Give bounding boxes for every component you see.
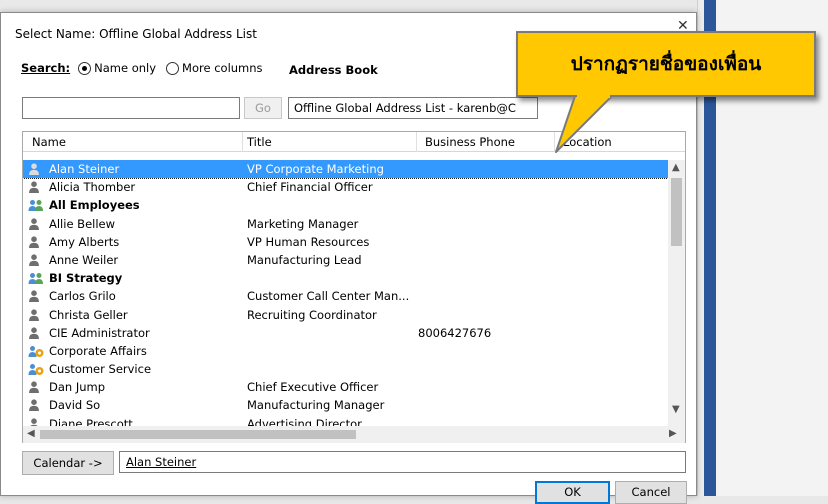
person-icon	[28, 290, 44, 303]
contact-name: CIE Administrator	[49, 325, 150, 340]
ok-button[interactable]: OK	[535, 481, 610, 504]
column-title[interactable]: Title	[247, 135, 272, 149]
contact-row[interactable]: Diane Prescott Advertising Director	[23, 415, 668, 426]
column-name[interactable]: Name	[32, 135, 66, 149]
search-label: Search:	[21, 61, 71, 75]
contact-row[interactable]: Customer Service	[23, 360, 668, 378]
contact-row[interactable]: Christa Geller Recruiting Coordinator	[23, 306, 668, 324]
contact-row[interactable]: Alicia Thomber Chief Financial Officer	[23, 178, 668, 196]
scroll-right-icon[interactable]: ▶	[669, 428, 677, 439]
contact-name: Customer Service	[49, 362, 152, 377]
radio-name-only-label: Name only	[94, 61, 157, 75]
contact-title: Manufacturing Manager	[247, 398, 385, 413]
column-divider[interactable]	[554, 132, 555, 152]
contact-title: Marketing Manager	[247, 216, 359, 231]
address-list[interactable]: Name Title Business Phone Location Alan …	[22, 131, 686, 443]
calendar-button[interactable]: Calendar ->	[22, 451, 114, 475]
distribution-list-icon	[28, 345, 44, 358]
contact-row[interactable]: Corporate Affairs	[23, 342, 668, 360]
contact-title: Customer Call Center Man...	[247, 289, 410, 304]
horizontal-scrollbar[interactable]: ◀ ▶	[23, 426, 685, 443]
contact-name: Corporate Affairs	[49, 343, 147, 358]
contact-title: VP Corporate Marketing	[247, 162, 384, 176]
contact-row[interactable]: All Employees	[23, 196, 668, 214]
group-icon	[28, 199, 44, 212]
contact-title: Chief Financial Officer	[247, 180, 373, 195]
contact-name: Anne Weiler	[49, 252, 119, 267]
contact-row[interactable]: CIE Administrator 8006427676	[23, 324, 668, 342]
contact-phone: 8006427676	[418, 325, 492, 340]
address-book-select[interactable]: Offline Global Address List - karenb@C	[288, 97, 538, 119]
column-header: Name Title Business Phone Location	[23, 132, 685, 152]
person-icon	[28, 236, 44, 249]
scroll-thumb[interactable]	[671, 178, 682, 246]
radio-name-only[interactable]: Name only	[78, 61, 156, 75]
callout-box: ปรากฏรายชื่อของเพื่อน	[516, 31, 816, 97]
contact-title: Manufacturing Lead	[247, 252, 362, 267]
person-icon	[28, 418, 44, 426]
contact-row[interactable]: Carlos Grilo Customer Call Center Man...	[23, 287, 668, 305]
go-button[interactable]: Go	[244, 97, 282, 119]
column-location[interactable]: Location	[563, 135, 612, 149]
contact-row[interactable]: Allie Bellew Marketing Manager	[23, 215, 668, 233]
radio-unselected-icon	[166, 61, 180, 75]
contact-row[interactable]: Anne Weiler Manufacturing Lead	[23, 251, 668, 269]
contact-name: David So	[49, 398, 101, 413]
person-icon	[28, 163, 44, 176]
distribution-list-icon	[28, 363, 44, 376]
contact-name: Allie Bellew	[49, 216, 116, 231]
scroll-thumb[interactable]	[40, 430, 356, 439]
person-icon	[28, 308, 44, 322]
contact-row[interactable]: Alan Steiner VP Corporate Marketing	[23, 160, 668, 180]
person-icon	[28, 217, 44, 231]
contact-title: Recruiting Coordinator	[247, 307, 377, 322]
calendar-value[interactable]: Alan Steiner	[126, 455, 196, 469]
contact-row[interactable]: David So Manufacturing Manager	[23, 396, 668, 414]
scroll-left-icon[interactable]: ◀	[27, 428, 35, 439]
person-icon	[28, 381, 44, 394]
address-book-label: Address Book	[289, 63, 378, 77]
column-business-phone[interactable]: Business Phone	[425, 135, 515, 149]
scroll-down-icon[interactable]: ▼	[672, 404, 680, 415]
person-icon	[28, 399, 44, 412]
radio-more-columns-label: More columns	[182, 61, 263, 75]
person-icon	[28, 254, 44, 267]
scroll-up-icon[interactable]: ▲	[672, 162, 680, 173]
calendar-field[interactable]: Alan Steiner	[119, 451, 686, 473]
cancel-button[interactable]: Cancel	[615, 481, 687, 504]
contact-name: All Employees	[49, 198, 140, 213]
person-icon	[28, 181, 44, 194]
contact-title: VP Human Resources	[247, 234, 370, 249]
search-options: Search: Name only More columns	[21, 61, 263, 75]
column-divider[interactable]	[242, 132, 243, 152]
contact-title: Advertising Director	[247, 416, 362, 426]
contact-name: Dan Jump	[49, 380, 106, 395]
contact-name: Carlos Grilo	[49, 289, 116, 304]
radio-selected-icon	[78, 61, 92, 75]
callout-text: ปรากฏรายชื่อของเพื่อน	[570, 53, 762, 75]
contact-row[interactable]: Dan Jump Chief Executive Officer	[23, 378, 668, 396]
search-input[interactable]	[22, 97, 240, 119]
radio-more-columns[interactable]: More columns	[166, 61, 263, 75]
column-divider[interactable]	[416, 132, 417, 152]
dialog-title: Select Name: Offline Global Address List	[15, 27, 257, 41]
person-icon	[28, 327, 44, 340]
contact-name: Alicia Thomber	[49, 180, 136, 195]
contact-name: Diane Prescott	[49, 416, 133, 426]
contact-title: Chief Executive Officer	[247, 380, 379, 395]
vertical-scrollbar[interactable]: ▲ ▼	[668, 160, 685, 426]
contact-name: BI Strategy	[49, 271, 123, 286]
contact-rows: Alan Steiner VP Corporate Marketing Alicia…	[23, 160, 668, 426]
contact-name: Alan Steiner	[49, 162, 120, 176]
contact-row[interactable]: BI Strategy	[23, 269, 668, 287]
contact-name: Amy Alberts	[49, 234, 120, 249]
contact-row[interactable]: Amy Alberts VP Human Resources	[23, 233, 668, 251]
contact-name: Christa Geller	[49, 307, 128, 322]
group-icon	[28, 272, 44, 285]
